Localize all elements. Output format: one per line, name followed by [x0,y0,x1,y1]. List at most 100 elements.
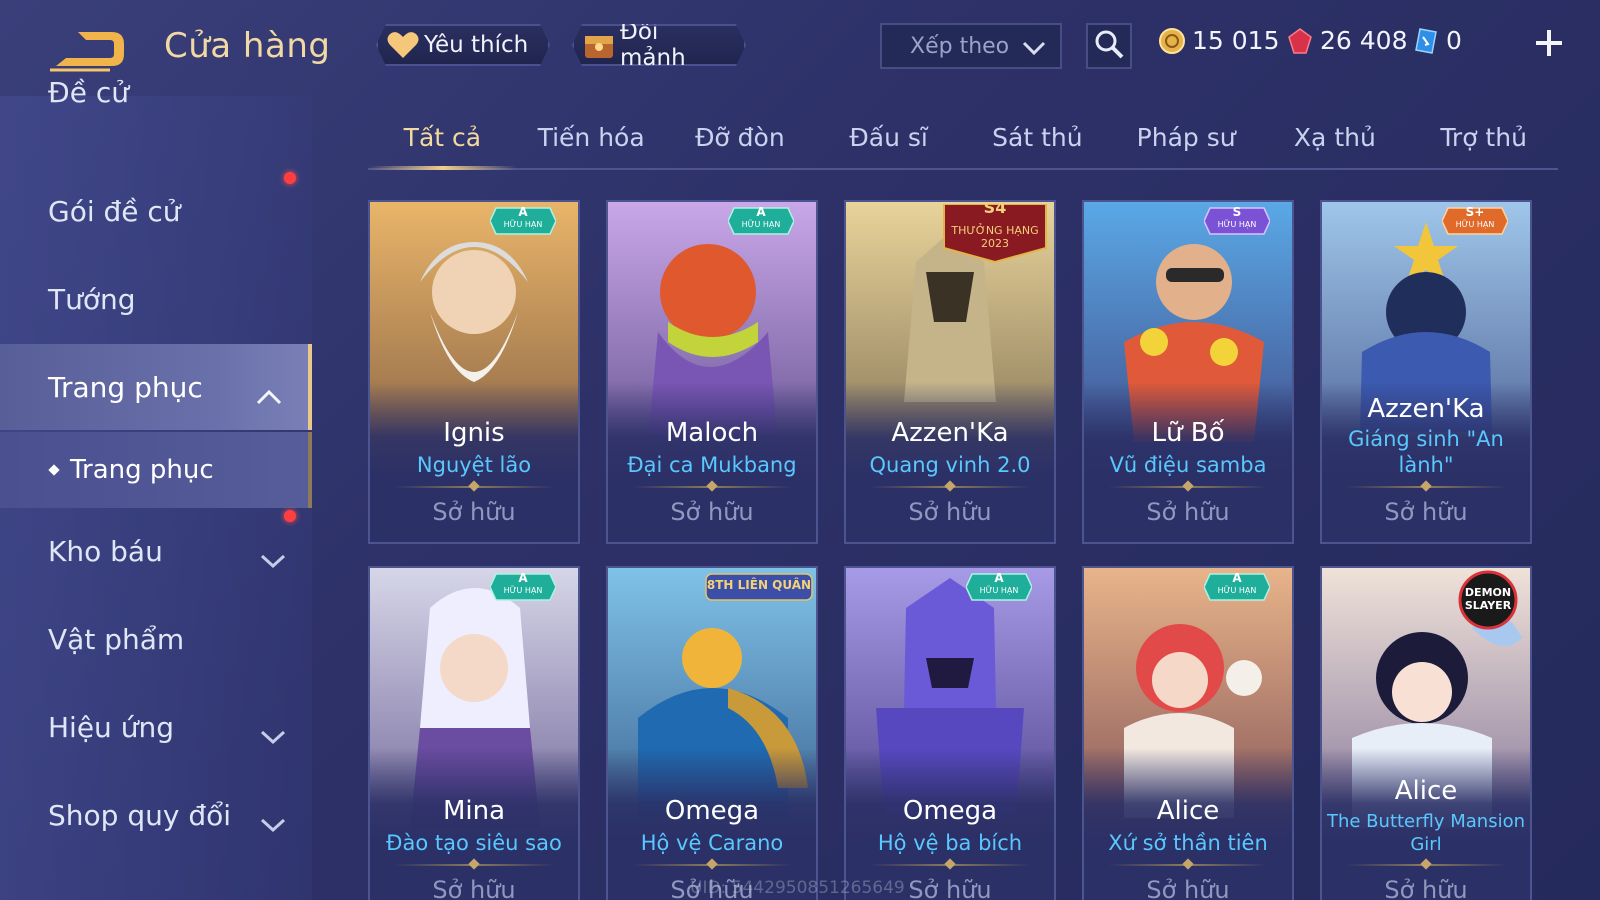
tab-mage[interactable]: Pháp sư [1112,112,1261,168]
skin-card[interactable]: 8TH LIÊN QUÂN Omega Hộ vệ Carano Sở hữu [606,566,818,900]
divider [1346,864,1506,866]
notification-dot [284,172,296,184]
tab-support[interactable]: Trợ thủ [1409,112,1558,168]
skin-name: Đào tạo siêu sao [386,831,562,855]
sort-dropdown[interactable]: Xếp theo [880,23,1062,69]
sidebar-item-exchange-shop[interactable]: Shop quy đổi [0,772,312,858]
hero-name: Azzen'Ka [1367,394,1485,424]
skin-card[interactable]: S HỮU HẠN Lữ Bố Vũ điệu samba Sở hữu [1082,200,1294,544]
sidebar-item-label: Tướng [48,282,136,316]
sort-dropdown-label: Xếp theo [910,33,1010,59]
divider [632,486,792,488]
skin-card[interactable]: A HỮU HẠN Omega Hộ vệ ba bích Sở hữu [844,566,1056,900]
sidebar-subitem-label: Trang phục [70,455,214,485]
voucher-balance: 0 [1412,26,1462,55]
sidebar-item-label: Shop quy đổi [48,798,231,832]
bullet-icon [48,464,60,476]
search-button[interactable] [1086,23,1132,69]
hero-name: Omega [664,796,760,826]
chevron-down-icon [260,719,286,745]
favorites-button[interactable]: Yêu thích [376,24,550,66]
gold-balance: 15 015 [1158,26,1279,55]
skin-card[interactable]: A HỮU HẠN Ignis Nguyệt lão Sở hữu [368,200,580,544]
skin-grid: A HỮU HẠN Ignis Nguyệt lão Sở hữu A HỮU … [368,200,1558,900]
category-tabs: Tất cả Tiến hóa Đỡ đòn Đấu sĩ Sát thủ Ph… [368,112,1558,170]
sidebar: Đề cử Gói đề cử Tướng Trang phục Trang p… [0,76,312,900]
owned-status: Sở hữu [1146,498,1230,526]
divider [1108,864,1268,866]
sidebar-item-heroes[interactable]: Tướng [0,256,312,342]
chevron-down-icon [260,807,286,833]
sidebar-item-treasure[interactable]: Kho báu [0,508,312,594]
divider [870,864,1030,866]
search-icon [1093,28,1125,64]
owned-status: Sở hữu [908,498,992,526]
hero-name: Ignis [443,418,505,448]
hero-name: Mina [442,796,506,826]
hero-name: Alice [1156,796,1220,826]
chevron-up-icon [256,379,282,405]
sidebar-item-effects[interactable]: Hiệu ứng [0,684,312,770]
shard-exchange-label: Đổi mảnh [620,19,686,71]
notification-dot [284,510,296,522]
ruby-amount: 26 408 [1320,26,1408,55]
tab-all[interactable]: Tất cả [368,112,517,170]
voucher-icon [1412,27,1440,55]
divider [394,486,554,488]
sidebar-item-recommended-bundles[interactable]: Gói đề cử [0,168,312,254]
skin-name: Xứ sở thần tiên [1108,831,1268,855]
shard-exchange-button[interactable]: Đổi mảnh [572,24,746,66]
skin-card[interactable]: DEMON SLAYER Alice The Butterfly Mansion… [1320,566,1532,900]
page-title: Cửa hàng [164,26,331,66]
plus-icon [1530,30,1568,66]
skin-name: Quang vinh 2.0 [869,453,1031,477]
sidebar-item-recommended[interactable]: Đề cử [0,62,312,122]
hero-name: Maloch [665,418,759,448]
skin-card[interactable]: A HỮU HẠN Mina Đào tạo siêu sao Sở hữu [368,566,580,900]
sidebar-item-label: Kho báu [48,534,163,568]
sidebar-item-skins[interactable]: Trang phục [0,344,312,430]
chevron-down-icon [260,543,286,569]
skin-card[interactable]: A HỮU HẠN Maloch Đại ca Mukbang Sở hữu [606,200,818,544]
heart-icon [386,30,420,60]
hero-name: Lữ Bố [1151,418,1225,448]
sidebar-item-label: Vật phẩm [48,622,185,656]
hero-name: Azzen'Ka [891,418,1009,448]
tab-tank[interactable]: Đỡ đòn [666,112,815,168]
owned-status: Sở hữu [670,498,754,526]
skin-card[interactable]: S4 THƯỞNG HẠNG 2023 Azzen'Ka Quang vinh … [844,200,1056,544]
hero-name: Omega [902,796,998,826]
divider [1346,486,1506,488]
skin-name: The Butterfly Mansion Girl [1326,811,1526,855]
skin-name: Giáng sinh "An lành" [1348,427,1504,477]
gold-coin-icon [1158,27,1186,55]
sidebar-item-items[interactable]: Vật phẩm [0,596,312,682]
sidebar-item-label: Gói đề cử [48,194,181,228]
skin-name: Đại ca Mukbang [627,453,797,477]
favorites-label: Yêu thích [424,32,529,58]
tab-fighter[interactable]: Đấu sĩ [814,112,963,168]
divider [1108,486,1268,488]
skin-name: Hộ vệ Carano [640,831,784,855]
sidebar-subitem-skins[interactable]: Trang phục [0,432,312,508]
skin-card[interactable]: S+ HỮU HẠN Azzen'Ka Giáng sinh "An lành"… [1320,200,1532,544]
gold-amount: 15 015 [1192,26,1280,55]
voucher-amount: 0 [1446,26,1462,55]
skin-name: Vũ điệu samba [1109,453,1267,477]
shard-chest-icon [582,30,616,60]
owned-status: Sở hữu [1384,876,1468,900]
skin-card[interactable]: A HỮU HẠN Alice Xứ sở thần tiên Sở hữu [1082,566,1294,900]
tab-evolution[interactable]: Tiến hóa [517,112,666,168]
chevron-down-icon [1022,37,1046,56]
divider [632,864,792,866]
owned-status: Sở hữu [1146,876,1230,900]
sidebar-item-label: Trang phục [48,370,203,404]
tab-marksman[interactable]: Xạ thủ [1261,112,1410,168]
divider [394,864,554,866]
add-currency-button[interactable] [1530,24,1568,62]
ruby-gem-icon [1286,27,1314,55]
owned-status: Sở hữu [432,498,516,526]
owned-status: Sở hữu [432,876,516,900]
tab-assassin[interactable]: Sát thủ [963,112,1112,168]
uid-watermark: UID: 5442950851265649 [690,878,905,898]
